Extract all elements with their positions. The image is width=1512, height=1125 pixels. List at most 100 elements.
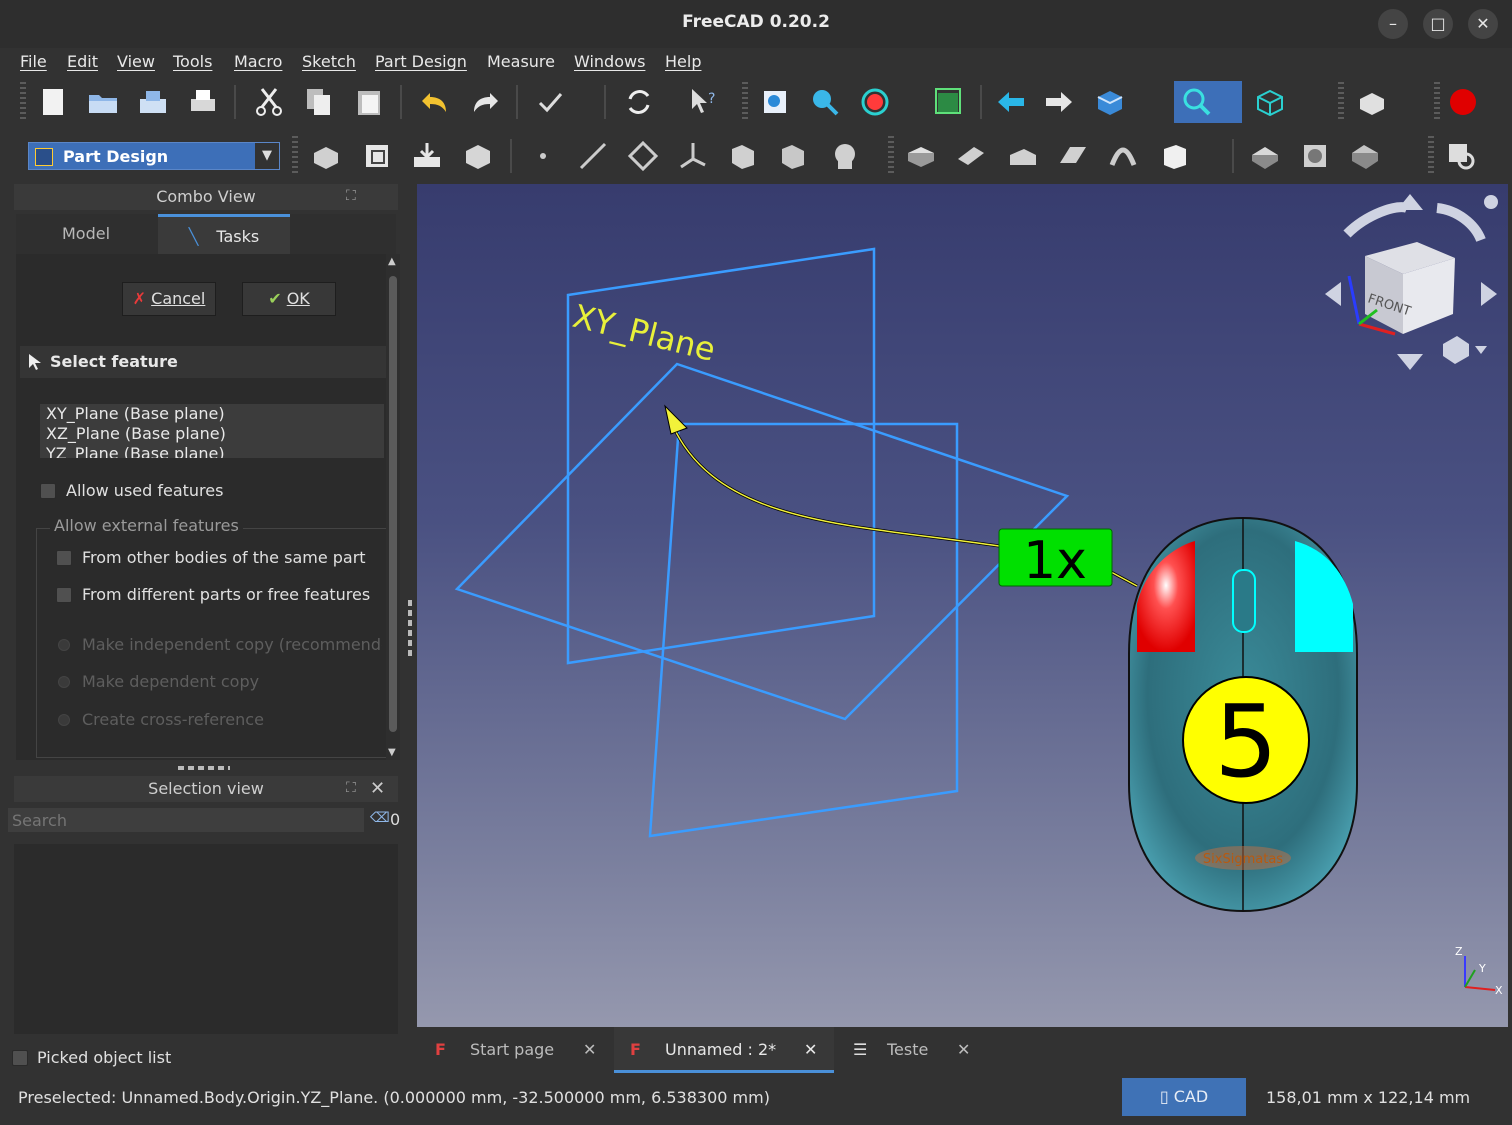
groove-icon[interactable] [1348, 139, 1382, 173]
allow-used-checkbox[interactable] [40, 483, 56, 499]
menu-sketch[interactable]: Sketch [302, 52, 356, 71]
copy-icon[interactable] [302, 85, 336, 119]
cancel-button[interactable]: ✗ Cancel [122, 282, 216, 316]
forward-arrow-icon[interactable] [1042, 85, 1076, 119]
new-document-icon[interactable] [36, 85, 70, 119]
list-item[interactable]: YZ_Plane (Base plane) [40, 444, 384, 458]
menu-macro[interactable]: Macro [234, 52, 282, 71]
datum-line-icon[interactable] [576, 139, 610, 173]
additive-primitive-icon[interactable] [1158, 139, 1192, 173]
zoom-tool-active[interactable] [1174, 81, 1242, 123]
close-icon[interactable]: ✕ [583, 1027, 596, 1073]
tab-start-page[interactable]: F Start page ✕ [417, 1027, 611, 1073]
scroll-down-icon[interactable]: ▼ [388, 747, 396, 758]
macro-icon[interactable] [1354, 85, 1388, 119]
menu-tools[interactable]: Tools [173, 52, 212, 71]
viewport-canvas[interactable]: XY_Plane 1x 5 SixSigmatas FRONT Z Y X [417, 184, 1508, 1027]
ok-button[interactable]: ✔ OK [242, 282, 336, 316]
view-isometric-icon[interactable] [1092, 85, 1126, 119]
hole-icon[interactable] [1298, 139, 1332, 173]
close-button[interactable]: ✕ [1468, 9, 1498, 39]
menu-help[interactable]: Help [665, 52, 701, 71]
view-menu-cube-icon[interactable] [1443, 336, 1469, 364]
vertical-splitter-handle[interactable] [408, 600, 412, 656]
menu-view[interactable]: View [117, 52, 155, 71]
close-icon[interactable]: ✕ [370, 778, 385, 799]
redo-icon[interactable] [468, 85, 502, 119]
nav-right-icon[interactable] [1481, 282, 1497, 306]
menu-windows[interactable]: Windows [574, 52, 645, 71]
create-sketch-icon[interactable] [360, 139, 394, 173]
sub-shape-binder-icon[interactable] [776, 139, 810, 173]
revolution-icon[interactable] [954, 139, 988, 173]
fit-selection-icon[interactable] [808, 85, 842, 119]
different-parts-checkbox[interactable] [56, 587, 72, 603]
nav-left-icon[interactable] [1325, 282, 1341, 306]
yz-plane-outline[interactable] [648, 422, 959, 838]
pad-icon[interactable] [904, 139, 938, 173]
additive-loft-icon[interactable] [1006, 139, 1040, 173]
record-macro-icon[interactable] [1446, 85, 1480, 119]
menu-measure[interactable]: Measure [487, 52, 555, 71]
menu-file[interactable]: File [20, 52, 47, 71]
paste-icon[interactable] [352, 85, 386, 119]
float-dock-icon[interactable]: ⛶ [346, 780, 356, 796]
tab-tasks[interactable]: ╲ Tasks [158, 214, 290, 254]
tab-model[interactable]: Model [16, 214, 156, 254]
rotate-right-icon[interactable] [1436, 203, 1486, 243]
close-icon[interactable]: ✕ [957, 1027, 970, 1073]
datum-plane-icon[interactable] [626, 139, 660, 173]
feature-list[interactable]: XY_Plane (Base plane) XZ_Plane (Base pla… [40, 404, 384, 458]
tab-unnamed[interactable]: F Unnamed : 2* ✕ [614, 1027, 834, 1073]
search-input[interactable] [8, 808, 364, 832]
scroll-up-icon[interactable]: ▲ [388, 256, 396, 267]
float-dock-icon[interactable]: ⛶ [346, 188, 356, 204]
menu-edit[interactable]: Edit [67, 52, 98, 71]
splitter-handle[interactable] [178, 766, 230, 770]
select-feature-header[interactable]: Select feature [20, 346, 388, 378]
nav-menu-icon[interactable] [1484, 195, 1498, 209]
recompute-icon[interactable] [622, 85, 656, 119]
navigation-cube[interactable]: FRONT [1325, 194, 1498, 370]
selection-list[interactable] [14, 844, 398, 1034]
3d-viewport[interactable]: XY_Plane 1x 5 SixSigmatas FRONT Z Y X [417, 184, 1508, 1027]
independent-copy-radio[interactable] [58, 639, 70, 651]
print-icon[interactable] [186, 85, 220, 119]
create-body-icon[interactable] [308, 139, 342, 173]
minimize-button[interactable]: – [1378, 9, 1408, 39]
cross-reference-radio[interactable] [58, 714, 70, 726]
workbench-selector[interactable]: Part Design ▼ [28, 142, 280, 170]
additive-helix-icon[interactable] [1106, 139, 1140, 173]
list-item[interactable]: XZ_Plane (Base plane) [40, 424, 384, 444]
bounding-box-icon[interactable] [932, 85, 966, 119]
shape-binder-icon[interactable] [460, 139, 494, 173]
list-item[interactable]: XY_Plane (Base plane) [40, 404, 384, 424]
fit-all-icon[interactable] [758, 85, 792, 119]
dependent-copy-radio[interactable] [58, 676, 70, 688]
rotate-left-icon[interactable] [1343, 202, 1409, 238]
validate-sketch-icon[interactable] [410, 139, 444, 173]
menu-part-design[interactable]: Part Design [375, 52, 467, 71]
clear-search-icon[interactable]: ⌫ [370, 810, 390, 826]
picked-object-checkbox[interactable] [12, 1050, 28, 1066]
close-icon[interactable]: ✕ [804, 1027, 817, 1073]
back-arrow-icon[interactable] [994, 85, 1028, 119]
whats-this-icon[interactable]: ? [686, 85, 720, 119]
task-panel-scrollbar[interactable]: ▲ ▼ [386, 254, 400, 760]
additive-pipe-icon[interactable] [1056, 139, 1090, 173]
nav-down-icon[interactable] [1397, 354, 1423, 370]
navigation-style-button[interactable]: ▯ CAD [1122, 1078, 1246, 1116]
open-folder-icon[interactable] [86, 85, 120, 119]
draw-style-icon[interactable] [858, 85, 892, 119]
pocket-icon[interactable] [1248, 139, 1282, 173]
tab-teste[interactable]: ☰ Teste ✕ [837, 1027, 987, 1073]
clone-icon[interactable] [726, 139, 760, 173]
refresh-check-icon[interactable] [534, 85, 568, 119]
measure-icon[interactable] [1444, 139, 1478, 173]
create-clone-icon[interactable] [828, 139, 862, 173]
nav-up-icon[interactable] [1397, 194, 1423, 210]
undo-icon[interactable] [418, 85, 452, 119]
std-views-cube-icon[interactable] [1252, 85, 1286, 119]
local-coordinate-icon[interactable] [676, 139, 710, 173]
other-bodies-checkbox[interactable] [56, 550, 72, 566]
